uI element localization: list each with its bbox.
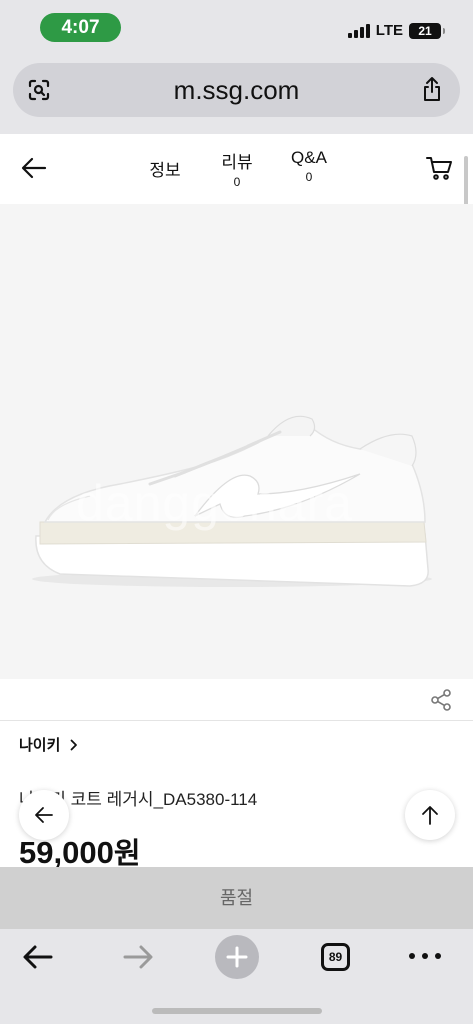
chevron-right-icon — [71, 739, 78, 750]
home-indicator — [152, 1008, 322, 1014]
tab-info[interactable]: 정보 — [145, 156, 185, 181]
url-text[interactable]: m.ssg.com — [13, 63, 460, 117]
status-indicators: LTE 21 — [347, 22, 445, 39]
product-image[interactable]: danggonara — [0, 204, 473, 679]
battery-icon: 21 — [409, 22, 445, 39]
share-page-icon[interactable] — [420, 76, 444, 102]
browser-forward-icon[interactable] — [122, 944, 154, 970]
web-page: 정보 리뷰 0 Q&A 0 danggonara 나이키 나이키 코트 레거시_… — [0, 134, 473, 867]
tab-info-label: 정보 — [149, 161, 181, 180]
price-value: 59,000 — [19, 835, 114, 867]
new-tab-button[interactable] — [215, 935, 259, 979]
tab-qna-label: Q&A — [291, 148, 327, 167]
plus-icon — [226, 946, 248, 968]
address-bar[interactable]: m.ssg.com — [13, 63, 460, 117]
back-arrow-icon[interactable] — [20, 154, 48, 182]
tab-switcher-button[interactable]: 89 — [321, 943, 350, 971]
tab-review-label: 리뷰 — [221, 153, 253, 172]
brand-name: 나이키 — [19, 737, 61, 754]
arrow-up-icon — [422, 806, 438, 825]
share-row — [0, 679, 473, 721]
status-time: 4:07 — [40, 13, 121, 42]
status-bar: 4:07 LTE 21 — [0, 0, 473, 56]
cart-icon[interactable] — [425, 154, 453, 182]
tab-qna-count: 0 — [305, 170, 313, 184]
browser-toolbar: 89 — [0, 929, 473, 1024]
floating-back-button[interactable] — [19, 790, 69, 840]
page-scrollbar[interactable] — [464, 156, 468, 206]
share-icon[interactable] — [429, 688, 453, 712]
brand-link[interactable]: 나이키 — [19, 734, 78, 755]
product-nav: 정보 리뷰 0 Q&A 0 — [0, 134, 473, 206]
tab-review[interactable]: 리뷰 0 — [216, 148, 258, 189]
tab-review-count: 0 — [233, 175, 241, 189]
image-watermark: danggonara — [76, 475, 353, 531]
sold-out-button[interactable]: 품절 — [0, 867, 473, 929]
price-unit: 원 — [113, 838, 141, 867]
back-arrow-icon — [35, 807, 53, 823]
browser-address-area: m.ssg.com — [0, 56, 473, 134]
signal-icon — [347, 23, 370, 38]
scroll-to-top-button[interactable] — [405, 790, 455, 840]
tab-qna[interactable]: Q&A 0 — [287, 148, 331, 184]
sneaker-illustration — [32, 415, 432, 587]
network-type: LTE — [375, 22, 403, 39]
browser-back-icon[interactable] — [22, 944, 54, 970]
more-menu-icon[interactable] — [409, 953, 441, 959]
